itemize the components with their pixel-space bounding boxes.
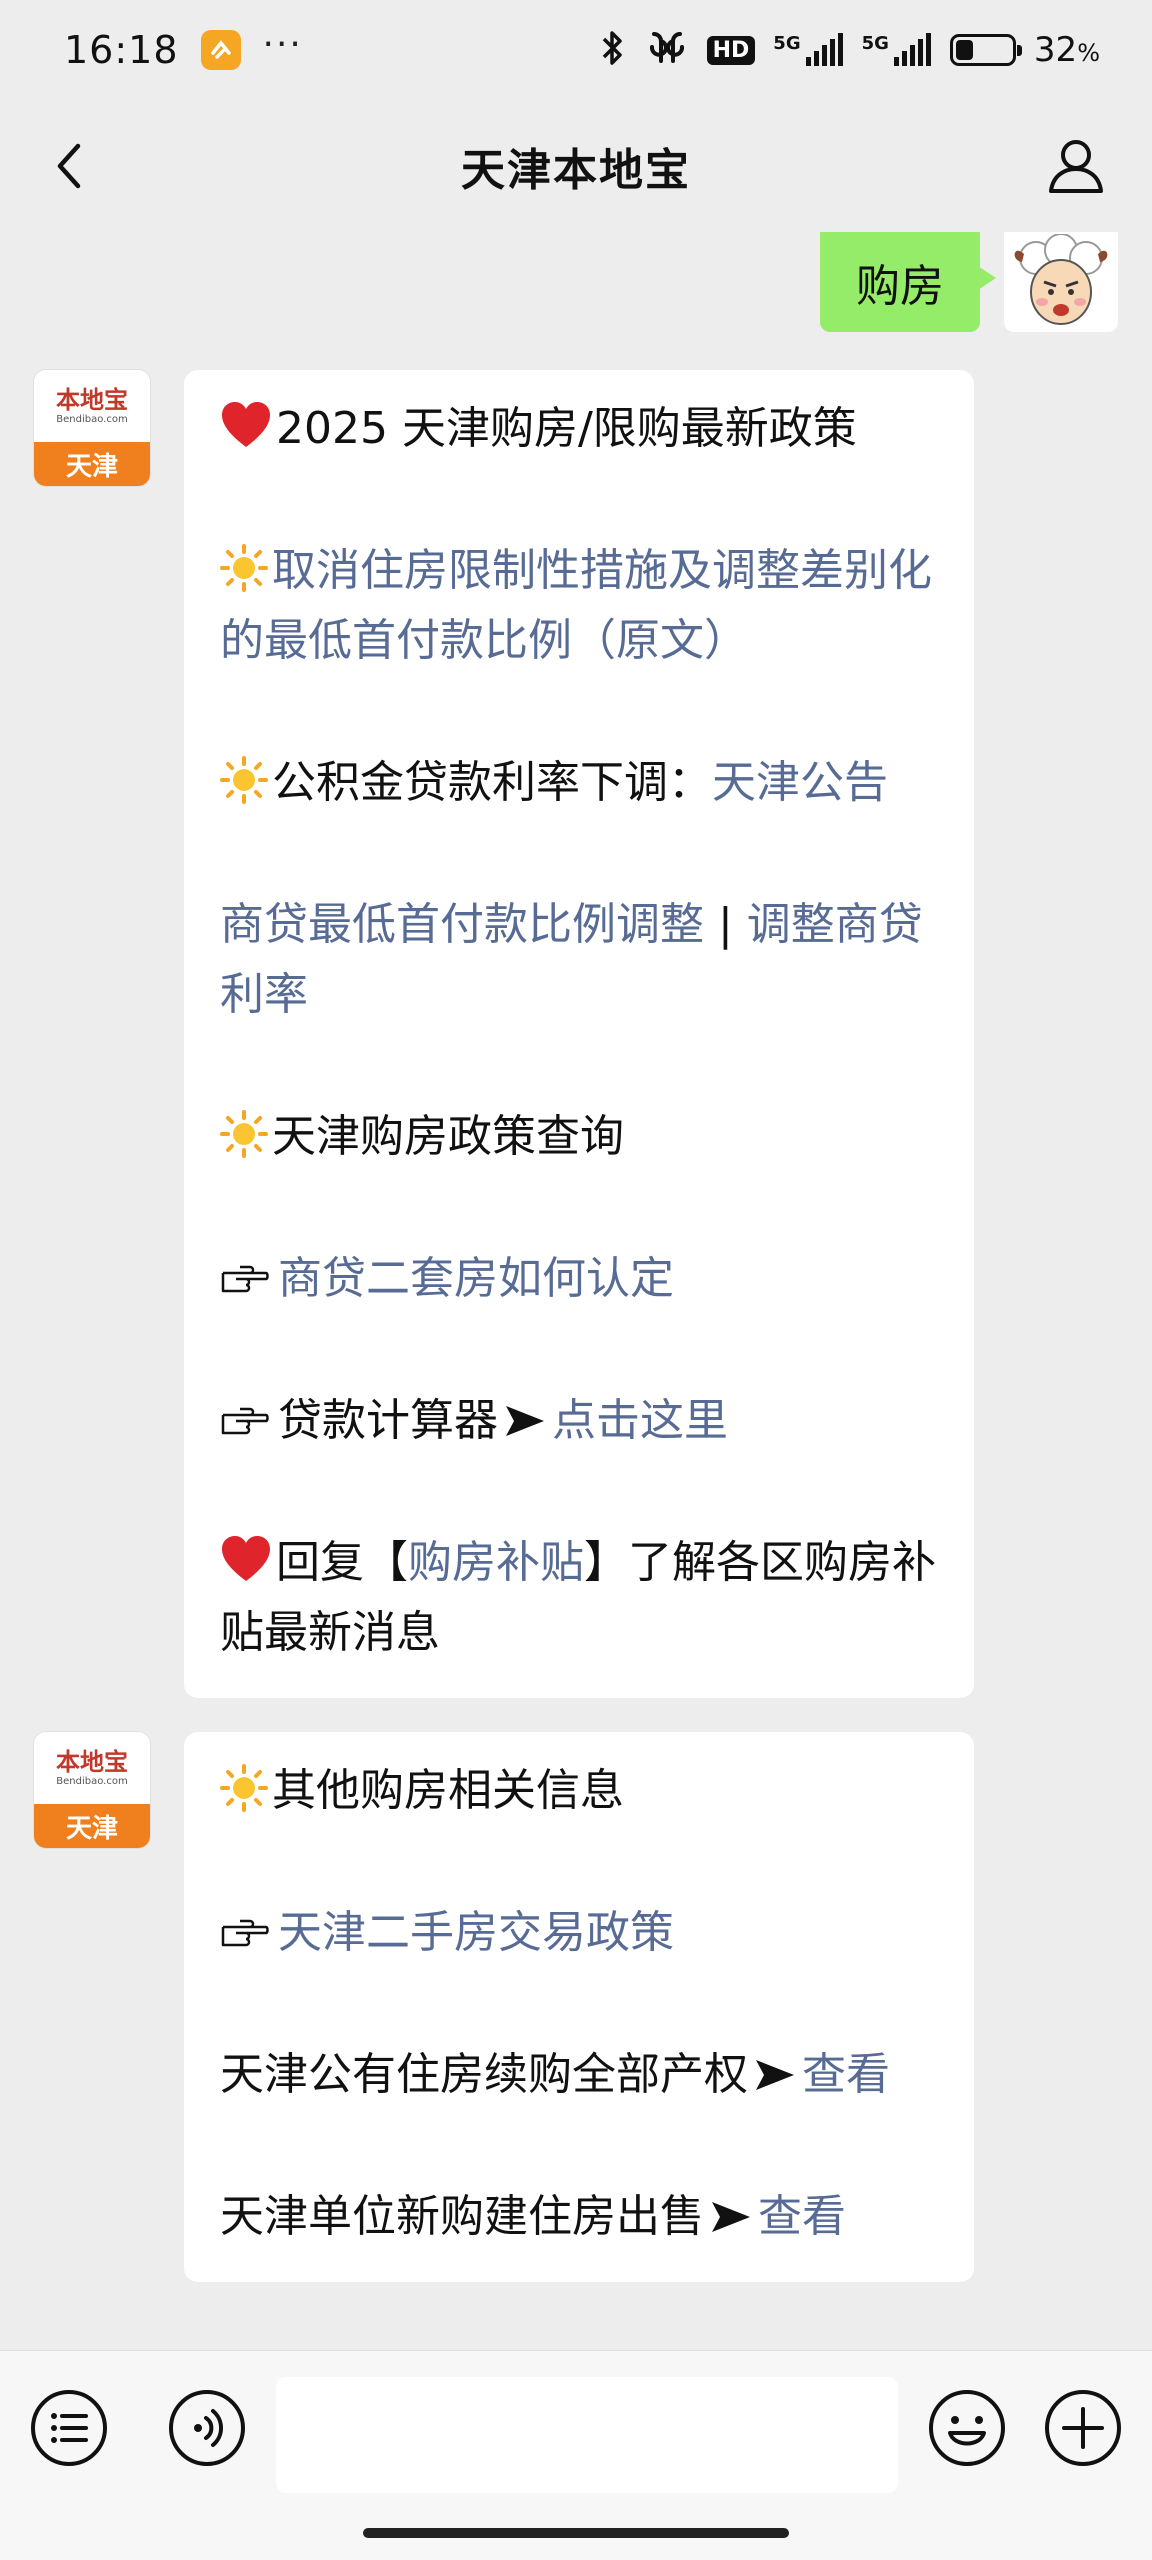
pointing-hand-icon — [221, 1265, 269, 1293]
back-button[interactable] — [34, 130, 106, 202]
chat-title: 天津本地宝 — [461, 145, 691, 196]
policy-item-commercial-loan: 商贷最低首付款比例调整 | 调整商贷利率 — [220, 890, 938, 1030]
chat-header: 天津本地宝 — [0, 100, 1152, 232]
list-menu-icon — [31, 2390, 107, 2466]
bendibao-logo-name: 本地宝 — [56, 385, 128, 414]
app-notification-icon — [200, 30, 241, 70]
bluetooth-icon — [597, 28, 627, 72]
link-tianjin-notice[interactable]: 天津公告 — [712, 757, 888, 808]
other-item-public-housing: 天津公有住房续购全部产权 查看 — [220, 2040, 938, 2110]
battery-percent: 32% — [1034, 30, 1100, 70]
voice-button[interactable] — [166, 2387, 248, 2469]
link-view-public-housing[interactable]: 查看 — [802, 2049, 890, 2100]
policy-item-query: 天津购房政策查询 — [220, 1102, 938, 1172]
sun-icon — [220, 756, 268, 804]
link-click-here[interactable]: 点击这里 — [552, 1395, 728, 1446]
bendibao-logo: 本地宝 Bendibao.com — [34, 1732, 150, 1804]
chevron-left-icon — [57, 143, 81, 189]
link-subsidy[interactable]: 购房补贴 — [408, 1537, 584, 1588]
policy-item-second-home: 商贷二套房如何认定 — [220, 1244, 938, 1314]
status-right: HD 5G 5G 32% — [597, 28, 1100, 72]
link-separator: | — [704, 899, 747, 950]
battery-fill — [955, 40, 974, 60]
pointing-hand-icon — [221, 1919, 269, 1947]
hd-badge: HD — [706, 35, 756, 65]
link-down-payment-adjust[interactable]: 商贷最低首付款比例调整 — [220, 899, 704, 950]
earbuds-icon — [645, 28, 689, 72]
pointing-hand-icon — [221, 1407, 269, 1435]
incoming-bubble-1: 2025 天津购房/限购最新政策 取消住房限制性措施及调整差别化的最低首付款比例… — [184, 370, 974, 1698]
calculator-text: 贷款计算器 — [278, 1395, 498, 1446]
incoming-message-2: 本地宝 Bendibao.com 天津 其他购房相关信息 天津二手房交易政策 天… — [34, 1732, 974, 2282]
incoming-bubble-2: 其他购房相关信息 天津二手房交易政策 天津公有住房续购全部产权 查看 天津单位新购… — [184, 1732, 974, 2282]
subsidy-text-1: 回复【 — [276, 1537, 408, 1588]
other-item-unit-housing: 天津单位新购建住房出售 查看 — [220, 2182, 938, 2252]
policy-heading: 2025 天津购房/限购最新政策 — [220, 394, 938, 464]
bendibao-logo-name: 本地宝 — [56, 1747, 128, 1776]
battery-percent-value: 32 — [1033, 30, 1078, 70]
bendibao-avatar[interactable]: 本地宝 Bendibao.com 天津 — [34, 370, 150, 486]
policy-heading-text: 2025 天津购房/限购最新政策 — [276, 403, 857, 454]
link-second-hand-policy[interactable]: 天津二手房交易政策 — [278, 1907, 674, 1958]
other-info-text: 其他购房相关信息 — [272, 1765, 624, 1816]
arrowhead-icon — [712, 2202, 750, 2232]
policy-query-text: 天津购房政策查询 — [272, 1111, 624, 1162]
public-housing-text: 天津公有住房续购全部产权 — [220, 2049, 748, 2100]
plus-icon — [1045, 2390, 1121, 2466]
signal-icon-2: 5G — [862, 33, 932, 67]
policy-item-fund-rate: 公积金贷款利率下调：天津公告 — [220, 748, 938, 818]
bendibao-avatar[interactable]: 本地宝 Bendibao.com 天津 — [34, 1732, 150, 1848]
menu-button[interactable] — [28, 2387, 110, 2469]
home-indicator[interactable] — [363, 2528, 789, 2538]
self-avatar[interactable] — [1004, 232, 1118, 332]
outgoing-message: 购房 — [820, 232, 1118, 332]
plus-button[interactable] — [1042, 2387, 1124, 2469]
policy-item-calculator: 贷款计算器 点击这里 — [220, 1386, 938, 1456]
signal-icon-1: 5G — [773, 33, 843, 67]
battery-icon — [949, 34, 1022, 66]
link-view-unit-housing[interactable]: 查看 — [758, 2191, 846, 2242]
battery-percent-unit: % — [1077, 39, 1100, 67]
bendibao-logo-city: 天津 — [34, 1804, 150, 1848]
sun-icon — [220, 1764, 268, 1812]
policy-item-subsidy: 回复【购房补贴】了解各区购房补贴最新消息 — [220, 1528, 938, 1668]
outgoing-text: 购房 — [856, 261, 944, 312]
arrowhead-icon — [756, 2060, 794, 2090]
status-time: 16:18 — [64, 28, 179, 72]
status-more-dots: ··· — [262, 23, 303, 65]
sun-icon — [220, 1110, 268, 1158]
bendibao-logo-url: Bendibao.com — [56, 414, 128, 425]
bendibao-logo-city: 天津 — [34, 442, 150, 486]
status-left: 16:18 ··· — [64, 24, 303, 73]
link-second-home[interactable]: 商贷二套房如何认定 — [278, 1253, 674, 1304]
policy-item-cancel-restrictions: 取消住房限制性措施及调整差别化的最低首付款比例（原文） — [220, 536, 938, 676]
profile-button[interactable] — [1040, 130, 1112, 202]
message-input[interactable] — [276, 2377, 898, 2493]
other-item-second-hand: 天津二手房交易政策 — [220, 1898, 938, 1968]
sun-icon — [220, 544, 268, 592]
arrowhead-icon — [506, 1406, 544, 1436]
bendibao-logo: 本地宝 Bendibao.com — [34, 370, 150, 442]
other-info-heading: 其他购房相关信息 — [220, 1756, 938, 1826]
status-bar: 16:18 ··· HD 5G 5G 32% — [0, 0, 1152, 100]
red-heart-icon — [222, 1536, 270, 1581]
red-heart-icon — [222, 402, 270, 447]
incoming-message-1: 本地宝 Bendibao.com 天津 2025 天津购房/限购最新政策 取消住… — [34, 370, 974, 1698]
user-icon — [1049, 140, 1103, 193]
emoji-button[interactable] — [926, 2387, 1008, 2469]
link-cancel-restrictions[interactable]: 取消住房限制性措施及调整差别化的最低首付款比例（原文） — [220, 545, 932, 666]
outgoing-bubble[interactable]: 购房 — [820, 232, 996, 332]
bendibao-logo-url: Bendibao.com — [56, 1776, 128, 1787]
network-label-2: 5G — [861, 33, 889, 54]
fund-rate-text: 公积金贷款利率下调： — [272, 757, 712, 808]
voice-icon — [169, 2390, 245, 2466]
unit-housing-text: 天津单位新购建住房出售 — [220, 2191, 704, 2242]
sheep-avatar-icon — [1006, 234, 1116, 330]
network-label-1: 5G — [773, 33, 801, 54]
chat-message-list[interactable]: 购房 本地宝 Bendibao.com 天津 2025 天津购房/限购最新政策 … — [0, 232, 1152, 2350]
smiley-icon — [929, 2390, 1005, 2466]
chat-screen: 16:18 ··· HD 5G 5G 32% 天津本地宝 购房 本地宝 Bend… — [0, 0, 1152, 2560]
